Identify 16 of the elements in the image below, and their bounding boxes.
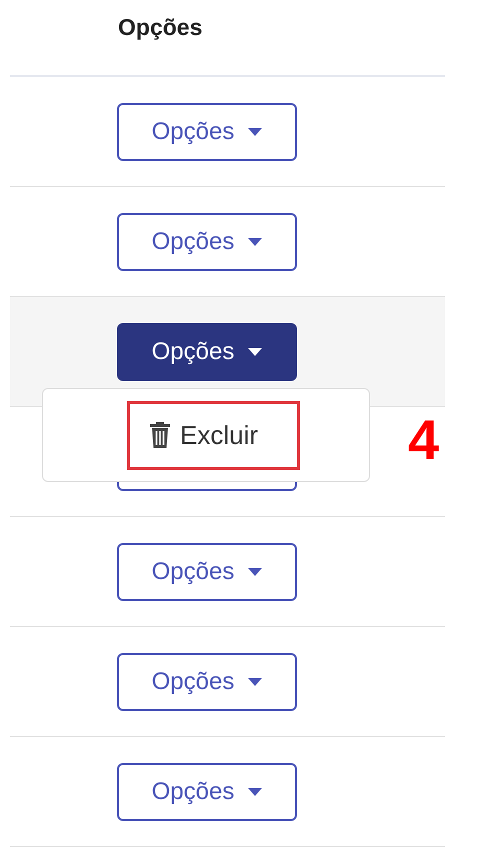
caret-icon [248, 348, 262, 356]
caret-icon [248, 238, 262, 246]
caret-icon [248, 128, 262, 136]
caret-icon [248, 678, 262, 686]
delete-menu-item[interactable]: Excluir [127, 400, 300, 470]
options-dropdown-button[interactable]: Opções [117, 652, 297, 710]
options-dropdown-button[interactable]: Opções [117, 102, 297, 160]
options-dropdown-button[interactable]: Opções [117, 762, 297, 820]
step-number: 4 [408, 412, 440, 468]
column-header: Opções [118, 14, 202, 41]
trash-icon [148, 421, 172, 449]
caret-icon [248, 788, 262, 796]
options-dropdown-button[interactable]: Opções [117, 322, 297, 380]
caret-icon [248, 568, 262, 576]
options-dropdown-button[interactable]: Opções [117, 212, 297, 270]
options-dropdown-button[interactable]: Opções [117, 542, 297, 600]
